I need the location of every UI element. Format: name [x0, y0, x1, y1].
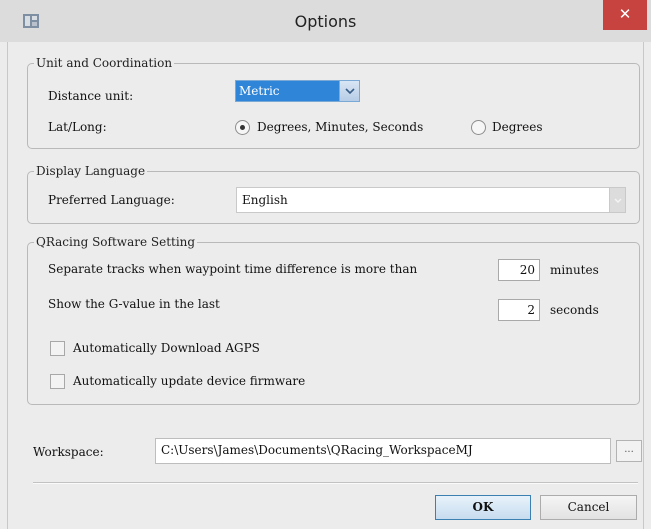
separate-tracks-input[interactable]: 20: [498, 259, 540, 281]
agps-label[interactable]: Automatically Download AGPS: [73, 341, 260, 355]
qracing-settings-legend: QRacing Software Setting: [34, 235, 198, 249]
latlong-label: Lat/Long:: [48, 120, 107, 134]
preferred-language-select[interactable]: English: [236, 187, 626, 213]
distance-unit-select[interactable]: Metric: [235, 80, 360, 102]
close-icon: ✕: [618, 5, 632, 23]
g-value-unit: seconds: [550, 303, 599, 317]
preferred-language-value: English: [242, 193, 288, 207]
workspace-label: Workspace:: [33, 445, 104, 459]
footer-divider: [33, 482, 638, 484]
radio-dms[interactable]: [235, 120, 250, 135]
window-title: Options: [294, 12, 357, 31]
g-value-input[interactable]: 2: [498, 299, 540, 321]
unit-coordination-group: Unit and Coordination: [27, 56, 640, 149]
display-language-legend: Display Language: [34, 164, 148, 178]
browse-button[interactable]: ...: [616, 440, 642, 462]
chevron-down-icon[interactable]: [339, 81, 359, 101]
firmware-checkbox[interactable]: [50, 374, 65, 389]
title-bar[interactable]: Options ✕: [0, 0, 651, 42]
workspace-path-value: C:\Users\James\Documents\QRacing_Workspa…: [161, 443, 473, 457]
chevron-down-icon[interactable]: [609, 188, 625, 212]
separate-tracks-unit: minutes: [550, 263, 599, 277]
radio-dms-label[interactable]: Degrees, Minutes, Seconds: [257, 120, 423, 134]
g-value-label: Show the G-value in the last: [48, 297, 220, 311]
separate-tracks-label: Separate tracks when waypoint time diffe…: [48, 262, 418, 276]
firmware-label[interactable]: Automatically update device firmware: [73, 374, 305, 388]
options-dialog: Options ✕ Unit and Coordination Distance…: [0, 0, 651, 529]
radio-degrees-label[interactable]: Degrees: [492, 120, 543, 134]
ok-button[interactable]: OK: [435, 495, 531, 520]
dialog-body: Unit and Coordination Distance unit: Met…: [7, 42, 644, 529]
unit-coordination-legend: Unit and Coordination: [34, 56, 175, 70]
distance-unit-label: Distance unit:: [48, 89, 134, 103]
agps-checkbox[interactable]: [50, 341, 65, 356]
radio-selected-dot: [240, 125, 245, 130]
close-button[interactable]: ✕: [603, 0, 647, 30]
radio-degrees[interactable]: [471, 120, 486, 135]
preferred-language-label: Preferred Language:: [48, 193, 175, 207]
cancel-button[interactable]: Cancel: [540, 495, 637, 520]
distance-unit-value: Metric: [239, 84, 280, 98]
workspace-path-input[interactable]: C:\Users\James\Documents\QRacing_Workspa…: [155, 438, 611, 464]
